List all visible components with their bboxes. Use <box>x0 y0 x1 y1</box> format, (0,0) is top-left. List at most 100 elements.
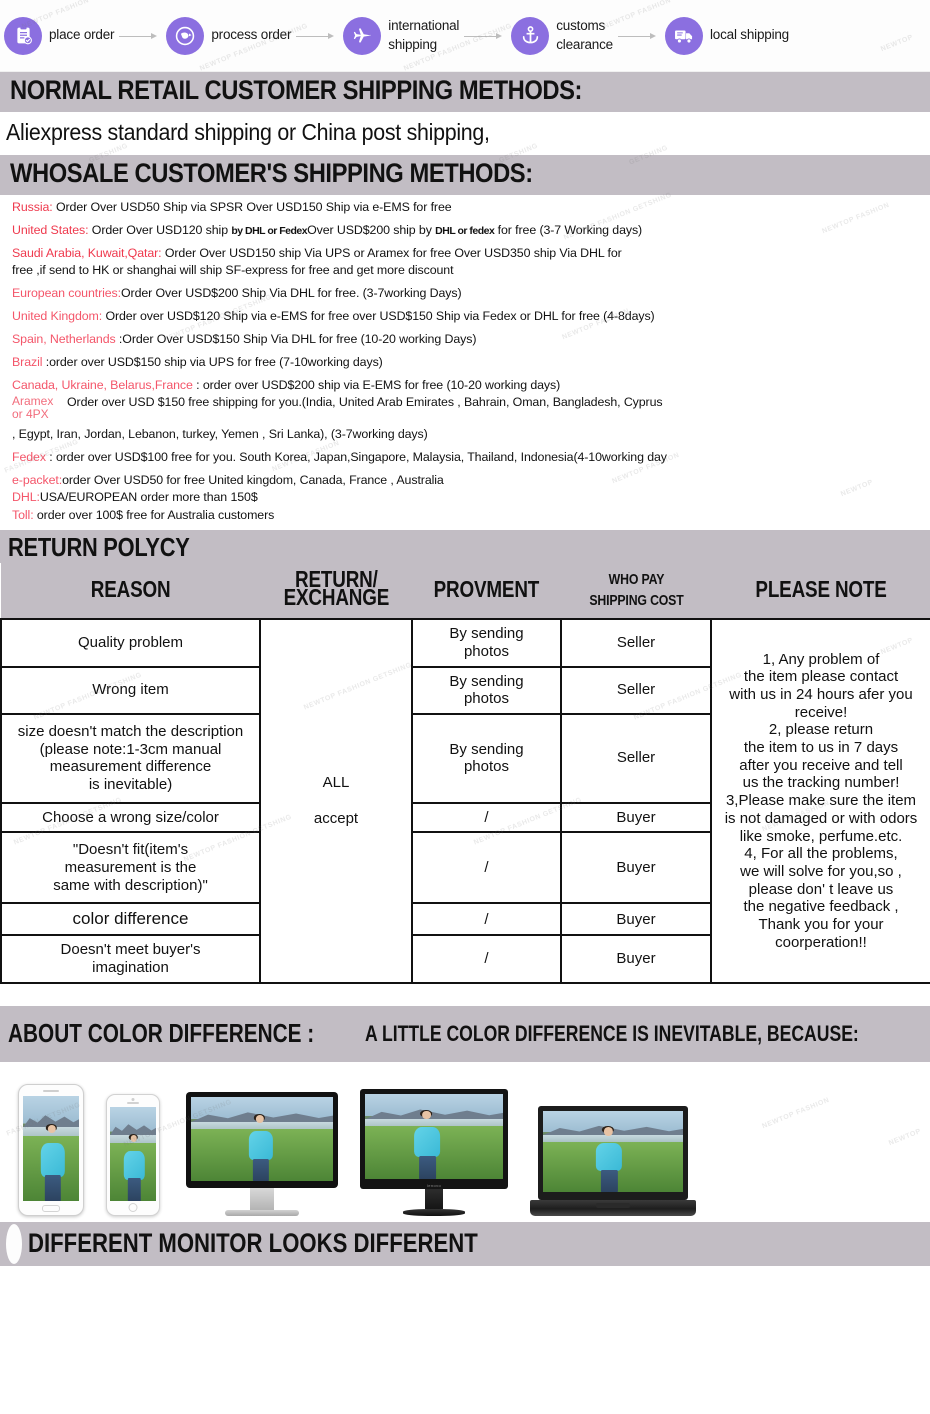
phone-home-button-icon <box>128 1202 138 1212</box>
cell-who-pays: Buyer <box>560 801 712 834</box>
cell-provment: / <box>411 831 562 905</box>
cell-reason: Wrong item <box>0 665 261 715</box>
note-line: after you receive and tell <box>739 756 903 774</box>
phone-camera-icon <box>131 1097 135 1101</box>
table-row: Quality problem ALL accept By sending ph… <box>0 618 930 984</box>
imac-screen <box>186 1091 338 1188</box>
cell-please-note: 1, Any problem of the item please contac… <box>710 618 930 984</box>
flow-step-local-shipping: local shipping <box>664 16 789 55</box>
monitor-stand <box>425 1188 443 1209</box>
cell-reason: color difference <box>0 902 261 937</box>
imac-desktop-device <box>186 1091 338 1216</box>
shipping-terms: order Over USD50 for free United kingdom… <box>62 472 444 487</box>
cell-reason: Quality problem <box>0 618 261 668</box>
laptop-touchpad-icon <box>596 1202 630 1208</box>
bullet-ellipse-icon <box>6 1223 22 1264</box>
return-policy-heading: RETURN POLYCY <box>8 532 190 563</box>
retail-shipping-heading: NORMAL RETAIL CUSTOMER SHIPPING METHODS: <box>10 75 583 105</box>
cell-who-pays: Buyer <box>560 902 712 937</box>
flow-step-label: process order <box>211 27 292 43</box>
shipping-line-saudi-continued: free ,if send to HK or shanghai will shi… <box>12 264 922 276</box>
phone-home-button-icon <box>42 1204 60 1212</box>
cell-provment: By sending photos <box>411 618 562 668</box>
phone-speaker-icon <box>43 1089 59 1093</box>
cell-reason: size doesn't match the description (plea… <box>0 712 261 804</box>
spacer <box>0 983 930 1006</box>
clipboard-check-icon <box>4 16 42 55</box>
shipping-terms: :Order Over USD$150 Ship Via DHL for fre… <box>115 331 477 346</box>
shipping-country: Fedex <box>12 450 46 465</box>
product-description-page: place order process order international … <box>0 0 930 1414</box>
shipping-country: Spain, Netherlands <box>12 331 116 346</box>
cell-reason: Doesn't meet buyer's imagination <box>0 934 261 984</box>
cell-provment: By sending photos <box>411 712 562 804</box>
wholesale-shipping-heading-bar: WHOSALE CUSTOMER'S SHIPPING METHODS: <box>0 154 930 195</box>
column-header-return-exchange: RETURN/ EXCHANGE <box>260 563 412 620</box>
cell-who-pays: Seller <box>560 712 712 804</box>
note-line: the negative feedback , <box>743 898 899 916</box>
cell-provment: / <box>411 902 562 937</box>
shipping-line-aramex-4px: Aramex or 4PX Order over USD $150 free sh… <box>12 394 922 420</box>
monitor-screen: lenovo <box>360 1088 508 1189</box>
note-line: 2, please return <box>768 721 874 739</box>
monitor-base <box>403 1208 465 1216</box>
shipping-terms: Order Over USD50 Ship via SPSR Over USD1… <box>52 199 452 214</box>
device-comparison-row: lenovo FASHION GETSHING NEWTOP FASHION G… <box>0 1061 930 1222</box>
color-difference-heading-bar: ABOUT COLOR DIFFERENCE : A LITTLE COLOR … <box>0 1005 930 1062</box>
cell-provment: / <box>411 934 562 984</box>
different-monitor-heading: DIFFERENT MONITOR LOOKS DIFFERENT <box>28 1228 478 1259</box>
delivery-truck-icon <box>664 16 703 55</box>
flow-arrow-icon <box>119 31 161 41</box>
shipping-terms: Order Over USD150 ship Via UPS or Aramex… <box>161 245 622 260</box>
shipping-country: DHL: <box>12 490 40 505</box>
note-line: 1, Any problem of <box>762 650 880 668</box>
shipping-line-spain-netherlands: Spain, Netherlands :Order Over USD$150 S… <box>12 333 922 345</box>
note-line: please don' t leave us <box>748 880 894 898</box>
flow-arrow-icon <box>296 31 338 41</box>
column-header-who-pay-shipping-cost: WHO PAY SHIPPING COST <box>561 563 711 620</box>
note-line: 3,Please make sure the item <box>725 792 917 810</box>
shipping-line-dhl: DHL:USA/EUROPEAN order more than 150$ <box>12 491 922 503</box>
shipping-terms: :order over USD$150 ship via UPS for fre… <box>42 354 383 369</box>
note-line: receive! <box>794 703 848 721</box>
shipping-country: European countries: <box>12 285 121 300</box>
laptop-screen <box>538 1105 688 1200</box>
shipping-terms: USA/EUROPEAN order more than 150$ <box>39 490 258 505</box>
sample-photo <box>191 1096 333 1181</box>
shipping-line-united-states: United States: Order Over USD120 ship by… <box>12 223 922 237</box>
retail-shipping-heading-bar: NORMAL RETAIL CUSTOMER SHIPPING METHODS: <box>0 72 930 112</box>
shipping-country: United Kingdom: <box>12 308 103 323</box>
cell-return-exchange-all-accept: ALL accept <box>259 618 413 984</box>
retail-shipping-body: Aliexpress standard shipping or China po… <box>0 111 930 166</box>
sample-photo <box>365 1093 503 1179</box>
shipping-line-epacket: e-packet:order Over USD50 for free Unite… <box>12 474 922 486</box>
shipping-country: Saudi Arabia, Kuwait,Qatar: <box>12 245 162 260</box>
shipping-line-european-countries: European countries:Order Over USD$200 Sh… <box>12 287 922 299</box>
airplane-icon <box>343 16 382 55</box>
sample-photo <box>110 1106 156 1201</box>
flow-step-label: customs clearance <box>556 18 613 52</box>
flow-arrow-icon <box>617 31 660 41</box>
note-line: like smoke, perfume.etc. <box>739 827 903 845</box>
shipping-line-aramex-continued: , Egypt, Iran, Jordan, Lebanon, turkey, … <box>12 428 922 440</box>
cell-who-pays: Buyer <box>560 934 712 984</box>
shipping-line-russia: Russia: Order Over USD50 Ship via SPSR O… <box>12 201 922 213</box>
different-monitor-bar: DIFFERENT MONITOR LOOKS DIFFERENT <box>0 1221 930 1266</box>
shipping-terms: free ,if send to HK or shanghai will shi… <box>12 263 454 278</box>
laptop-device <box>530 1105 696 1216</box>
shipping-line-canada-ukraine-belarus-france: Canada, Ukraine, Belarus,France : order … <box>12 377 922 392</box>
shipping-line-saudi-kuwait-qatar: Saudi Arabia, Kuwait,Qatar: Order Over U… <box>12 245 922 260</box>
cell-reason: "Doesn't fit(item's measurement is the s… <box>0 831 261 905</box>
note-line: coorperation!! <box>775 933 867 951</box>
lcd-monitor-device: lenovo <box>360 1088 508 1216</box>
shipping-terms: order over 100$ free for Australia custo… <box>33 507 275 522</box>
shipping-terms: Order over USD $150 free shipping for yo… <box>67 394 663 409</box>
android-phone-device <box>18 1083 84 1216</box>
iphone-device <box>106 1093 160 1216</box>
order-process-flow: place order process order international … <box>0 0 930 72</box>
shipping-country: Canada, Ukraine, Belarus,France <box>12 377 193 392</box>
shipping-country: Russia: <box>12 199 53 214</box>
note-line: 4, For all the problems, <box>744 845 898 863</box>
cell-reason: Choose a wrong size/color <box>0 801 261 834</box>
note-line: the item to us in 7 days <box>743 739 899 757</box>
